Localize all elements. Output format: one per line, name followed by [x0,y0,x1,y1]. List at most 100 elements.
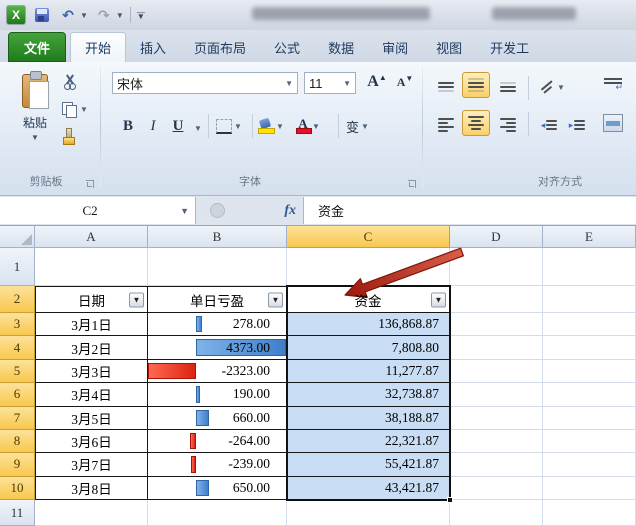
save-button[interactable] [32,5,52,25]
cell-D6[interactable] [450,383,543,406]
cell-A10[interactable]: 3月8日 [35,477,148,500]
cell-A8[interactable]: 3月6日 [35,430,148,453]
tab-3[interactable]: 页面布局 [180,32,260,62]
align-bottom-button[interactable] [494,74,522,100]
cell-E9[interactable] [543,453,636,476]
bold-button[interactable]: B [116,114,140,138]
tab-2[interactable]: 插入 [126,32,180,62]
cell-C4[interactable]: 7,808.80 [287,336,450,359]
font-name-combo[interactable]: 宋体▼ [112,72,298,94]
grow-font-button[interactable]: A▲ [364,70,390,94]
cell-B9[interactable]: -239.00 [148,453,287,476]
cell-D11[interactable] [450,500,543,526]
tab-4[interactable]: 公式 [260,32,314,62]
row-header-8[interactable]: 8 [0,430,35,453]
column-header-D[interactable]: D [450,226,543,248]
undo-dropdown-icon[interactable]: ▼ [80,11,88,20]
formula-bar-input[interactable]: 资金 [303,197,636,224]
format-painter-button[interactable] [62,126,96,146]
decrease-indent-button[interactable]: ◂ [536,112,562,138]
cell-A9[interactable]: 3月7日 [35,453,148,476]
underline-dropdown-icon[interactable]: ▼ [194,124,202,133]
name-box[interactable]: C2 ▼ [0,197,196,224]
cell-B8[interactable]: -264.00 [148,430,287,453]
align-left-button[interactable] [432,112,460,138]
cell-E5[interactable] [543,360,636,383]
cell-B1[interactable] [148,248,287,286]
cell-A5[interactable]: 3月3日 [35,360,148,383]
cell-A7[interactable]: 3月5日 [35,407,148,430]
cell-E7[interactable] [543,407,636,430]
column-header-C[interactable]: C [287,226,450,248]
cell-A11[interactable] [35,500,148,526]
chevron-down-icon[interactable]: ▼ [343,79,351,88]
name-box-dropdown-icon[interactable]: ▼ [180,206,189,216]
cell-C11[interactable] [287,500,450,526]
row-header-1[interactable]: 1 [0,248,35,286]
cell-B11[interactable] [148,500,287,526]
align-top-button[interactable] [432,74,460,100]
borders-button[interactable]: ▼ [216,114,242,138]
cell-C9[interactable]: 55,421.87 [287,453,450,476]
cell-D2[interactable] [450,286,543,313]
chevron-down-icon[interactable]: ▼ [276,122,284,131]
cell-C8[interactable]: 22,321.87 [287,430,450,453]
insert-function-button[interactable]: fx [284,203,296,219]
cell-B4[interactable]: 4373.00 [148,336,287,359]
cell-C3[interactable]: 136,868.87 [287,313,450,336]
cell-B7[interactable]: 660.00 [148,407,287,430]
row-header-9[interactable]: 9 [0,453,35,476]
underline-button[interactable]: U [166,114,190,138]
row-header-3[interactable]: 3 [0,313,35,336]
align-right-button[interactable] [494,112,522,138]
clipboard-dialog-launcher[interactable] [86,180,94,188]
row-header-6[interactable]: 6 [0,383,35,406]
cell-E6[interactable] [543,383,636,406]
shrink-font-button[interactable]: A▼ [392,70,418,94]
cell-E2[interactable] [543,286,636,313]
filter-dropdown-button[interactable]: ▼ [431,292,446,307]
cell-E10[interactable] [543,477,636,500]
increase-indent-button[interactable]: ▸ [564,112,590,138]
row-header-10[interactable]: 10 [0,477,35,500]
cell-D4[interactable] [450,336,543,359]
filter-dropdown-button[interactable]: ▼ [129,292,144,307]
row-header-11[interactable]: 11 [0,500,35,526]
select-all-corner[interactable] [0,226,35,248]
cell-A1[interactable] [35,248,148,286]
cell-E11[interactable] [543,500,636,526]
cell-C1[interactable] [287,248,450,286]
copy-button[interactable]: ▼ [62,99,96,119]
tab-6[interactable]: 审阅 [368,32,422,62]
cell-D3[interactable] [450,313,543,336]
cell-D9[interactable] [450,453,543,476]
tab-file[interactable]: 文件 [8,32,66,62]
cell-B3[interactable]: 278.00 [148,313,287,336]
cell-C10[interactable]: 43,421.87 [287,477,450,500]
paste-dropdown-icon[interactable]: ▼ [31,133,39,142]
orientation-button[interactable]: ▼ [536,74,570,100]
table-header-A2[interactable]: 日期▼ [35,286,148,313]
cell-E1[interactable] [543,248,636,286]
cell-D1[interactable] [450,248,543,286]
fill-color-button[interactable]: ▼ [258,114,284,138]
cell-B10[interactable]: 650.00 [148,477,287,500]
copy-dropdown-icon[interactable]: ▼ [80,105,88,114]
cell-B5[interactable]: -2323.00 [148,360,287,383]
filter-dropdown-button[interactable]: ▼ [268,292,283,307]
cell-A3[interactable]: 3月1日 [35,313,148,336]
chevron-down-icon[interactable]: ▼ [312,122,320,131]
cell-D8[interactable] [450,430,543,453]
cell-D7[interactable] [450,407,543,430]
wrap-text-button[interactable]: ↵ [596,72,630,98]
redo-dropdown-icon[interactable]: ▼ [116,11,124,20]
tab-1[interactable]: 开始 [70,32,126,62]
tab-8[interactable]: 开发工 [476,32,543,62]
redo-button[interactable]: ↷ [94,5,114,25]
phonetic-guide-button[interactable]: 变▼ [346,114,369,138]
row-header-7[interactable]: 7 [0,407,35,430]
italic-button[interactable]: I [142,114,164,138]
cut-button[interactable] [62,72,96,92]
row-header-2[interactable]: 2 [0,286,35,313]
paste-button[interactable]: 粘贴 ▼ [12,70,58,162]
